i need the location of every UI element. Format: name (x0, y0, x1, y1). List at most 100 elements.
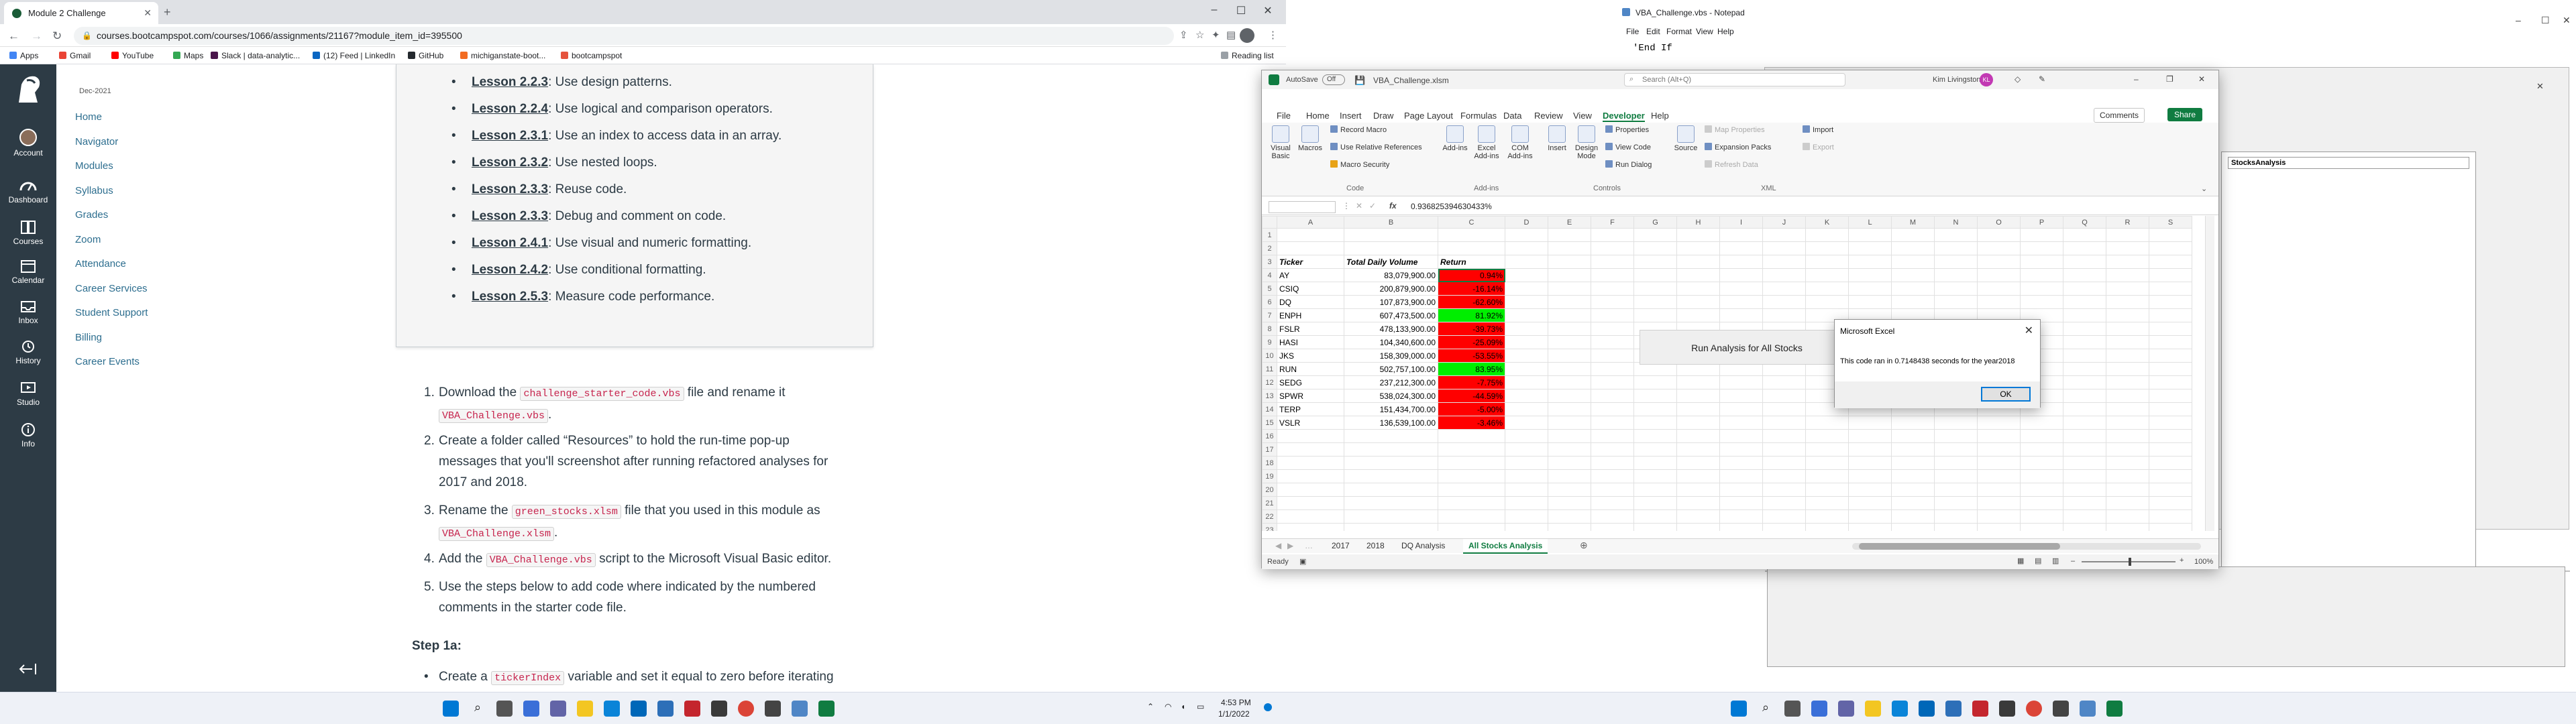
cell[interactable] (1805, 483, 1849, 497)
cell[interactable] (1977, 295, 2021, 309)
cell[interactable] (2020, 456, 2063, 470)
cell[interactable] (1344, 442, 1438, 457)
cell[interactable] (1891, 429, 1935, 443)
row-header[interactable]: 17 (1262, 442, 1277, 457)
cell[interactable] (1548, 241, 1591, 255)
cell[interactable] (1676, 282, 1720, 296)
sheet-table[interactable]: A B C D E F G H I J K L M N O P Q R S 1 2 3 Ticker Total Daily … (1262, 216, 2192, 531)
cell[interactable] (1977, 416, 2021, 430)
import-button[interactable]: Import (1803, 125, 1833, 134)
close-window-icon[interactable]: ✕ (1254, 4, 1281, 17)
cell[interactable] (2020, 416, 2063, 430)
office-icon[interactable] (684, 701, 700, 717)
cell[interactable] (1762, 282, 1806, 296)
cell[interactable] (1344, 456, 1438, 470)
cell[interactable] (1848, 241, 1892, 255)
bookmark-gmail[interactable]: Gmail (59, 51, 91, 60)
cell[interactable] (1344, 241, 1438, 255)
run-dialog-button[interactable]: Run Dialog (1605, 160, 1652, 169)
cell[interactable] (1934, 509, 1978, 524)
cell[interactable] (1591, 268, 1634, 282)
sheet-tab-2018[interactable]: 2018 (1366, 541, 1385, 550)
cell[interactable] (1762, 308, 1806, 322)
sheet-tab-all-stocks[interactable]: All Stocks Analysis (1463, 539, 1548, 554)
lesson-link[interactable]: Lesson 2.5.3 (472, 290, 548, 304)
course-nav-career-services[interactable]: Career Services (75, 283, 148, 294)
bookmark-maps[interactable]: Maps (173, 51, 203, 60)
cell[interactable] (1633, 295, 1677, 309)
volume-cell[interactable]: 200,879,900.00 (1344, 282, 1438, 296)
cell[interactable] (1805, 416, 1849, 430)
search-box[interactable]: Search (Alt+Q) (1624, 73, 1845, 86)
course-nav-attendance[interactable]: Attendance (75, 258, 126, 269)
cell[interactable] (2063, 255, 2106, 269)
column-header[interactable]: P (2020, 216, 2063, 229)
ok-button[interactable]: OK (1981, 387, 2031, 402)
cell[interactable] (1633, 416, 1677, 430)
cell[interactable] (1891, 295, 1935, 309)
return-cell[interactable]: 83.95% (1438, 362, 1505, 376)
maximize-icon[interactable]: ☐ (1228, 4, 1254, 17)
cell[interactable] (1805, 228, 1849, 242)
column-header[interactable]: M (1891, 216, 1935, 229)
cell[interactable] (1934, 483, 1978, 497)
cell[interactable] (1633, 375, 1677, 389)
cell[interactable] (2063, 496, 2106, 510)
tab-home[interactable]: Home (1306, 111, 1330, 121)
lesson-link[interactable]: Lesson 2.2.4 (472, 102, 548, 116)
cell[interactable] (1633, 483, 1677, 497)
cell[interactable] (1719, 509, 1763, 524)
cell[interactable] (1762, 402, 1806, 416)
column-header[interactable]: O (1977, 216, 2021, 229)
cell[interactable] (1591, 228, 1634, 242)
cell[interactable] (2063, 375, 2106, 389)
cell[interactable] (1548, 496, 1591, 510)
store-icon[interactable] (1919, 701, 1935, 717)
reading-mode-icon[interactable]: ▤ (1226, 29, 1236, 41)
cell[interactable] (1891, 496, 1935, 510)
cell[interactable] (1891, 241, 1935, 255)
file-explorer-icon[interactable] (577, 701, 593, 717)
cell[interactable] (1633, 282, 1677, 296)
task-view-icon[interactable] (1784, 701, 1801, 717)
map-properties-button[interactable]: Map Properties (1705, 125, 1765, 134)
cell[interactable] (2106, 255, 2149, 269)
row-header[interactable]: 22 (1262, 509, 1277, 524)
cell[interactable] (1891, 456, 1935, 470)
lesson-link[interactable]: Lesson 2.3.2 (472, 156, 548, 170)
ticker-cell[interactable]: ENPH (1277, 308, 1344, 322)
cell[interactable] (2020, 496, 2063, 510)
cell[interactable] (2063, 456, 2106, 470)
volume-cell[interactable]: 158,309,000.00 (1344, 349, 1438, 363)
cell[interactable] (1633, 496, 1677, 510)
cell[interactable] (2020, 282, 2063, 296)
cell[interactable] (1633, 255, 1677, 269)
row-header[interactable]: 4 (1262, 268, 1277, 282)
ticker-cell[interactable]: AY (1277, 268, 1344, 282)
cell[interactable] (1719, 255, 1763, 269)
start-icon[interactable] (1731, 701, 1747, 717)
cell[interactable] (1548, 295, 1591, 309)
notepad-text[interactable]: 'End If (1633, 43, 1672, 54)
cell[interactable] (1676, 523, 1720, 531)
return-cell[interactable]: -25.09% (1438, 335, 1505, 349)
cell[interactable] (1505, 389, 1548, 403)
ticker-cell[interactable]: SPWR (1277, 389, 1344, 403)
notepad-maximize-icon[interactable]: ☐ (2541, 15, 2550, 26)
cell[interactable] (1633, 241, 1677, 255)
cell[interactable] (1676, 416, 1720, 430)
reading-list[interactable]: Reading list (1221, 51, 1274, 60)
cell[interactable] (2063, 416, 2106, 430)
cell[interactable] (1548, 255, 1591, 269)
cell[interactable] (1505, 228, 1548, 242)
cell[interactable] (2149, 362, 2192, 376)
cell[interactable] (2020, 241, 2063, 255)
cell[interactable] (2149, 496, 2192, 510)
row-header[interactable]: 19 (1262, 469, 1277, 483)
cell[interactable] (1676, 402, 1720, 416)
cell[interactable] (1719, 282, 1763, 296)
lesson-link[interactable]: Lesson 2.3.3 (472, 209, 548, 223)
cell[interactable] (2063, 442, 2106, 457)
cell[interactable] (2149, 416, 2192, 430)
bookmark-youtube[interactable]: YouTube (111, 51, 154, 60)
